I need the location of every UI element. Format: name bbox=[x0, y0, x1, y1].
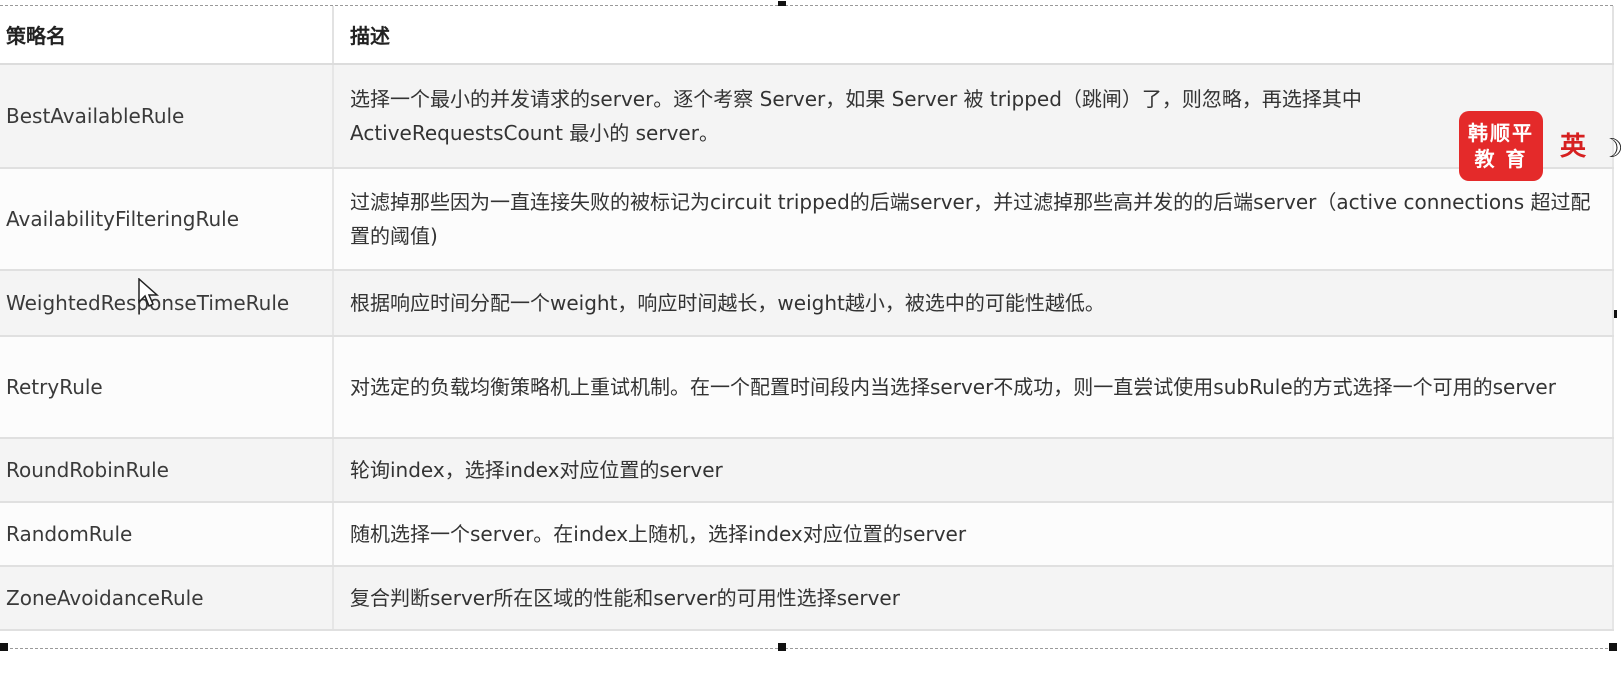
table-row: RoundRobinRule 轮询index，选择index对应位置的serve… bbox=[0, 438, 1614, 503]
table-row: AvailabilityFilteringRule 过滤掉那些因为一直连接失败的… bbox=[0, 168, 1614, 271]
arrow-cursor-icon bbox=[138, 278, 159, 308]
resize-handle-bottom-left[interactable] bbox=[0, 643, 8, 651]
rule-description-cell: 轮询index，选择index对应位置的server bbox=[333, 438, 1614, 503]
moon-icon: ☽ bbox=[1600, 134, 1621, 164]
header-description: 描述 bbox=[333, 6, 1614, 65]
rule-name-cell: RetryRule bbox=[0, 336, 334, 439]
rule-name-cell: BestAvailableRule bbox=[0, 64, 334, 169]
header-rule-name: 策略名 bbox=[0, 6, 334, 65]
rule-description-cell: 对选定的负载均衡策略机上重试机制。在一个配置时间段内当选择server不成功，则… bbox=[333, 336, 1614, 439]
resize-handle-bottom-center[interactable] bbox=[778, 643, 786, 651]
resize-handle-bottom-right[interactable] bbox=[1609, 643, 1617, 651]
watermark-line-2: 教 育 bbox=[1474, 147, 1528, 171]
table-header-row: 策略名 描述 bbox=[0, 6, 1614, 65]
rule-description-cell: 随机选择一个server。在index上随机，选择index对应位置的serve… bbox=[333, 502, 1614, 567]
rule-description-cell: 根据响应时间分配一个weight，响应时间越长，weight越小，被选中的可能性… bbox=[333, 270, 1614, 337]
rule-name-cell: RandomRule bbox=[0, 502, 334, 567]
rule-name-cell: RoundRobinRule bbox=[0, 438, 334, 503]
watermark-line-1: 韩顺平 bbox=[1468, 121, 1534, 145]
table-row: RetryRule 对选定的负载均衡策略机上重试机制。在一个配置时间段内当选择s… bbox=[0, 336, 1614, 439]
load-balancing-rules-table: 策略名 描述 BestAvailableRule 选择一个最小的并发请求的ser… bbox=[0, 6, 1614, 631]
table-row: ZoneAvoidanceRule 复合判断server所在区域的性能和serv… bbox=[0, 566, 1614, 631]
rule-name-cell: ZoneAvoidanceRule bbox=[0, 566, 334, 631]
rule-description-cell: 过滤掉那些因为一直连接失败的被标记为circuit tripped的后端serv… bbox=[333, 168, 1614, 271]
table-row: RandomRule 随机选择一个server。在index上随机，选择inde… bbox=[0, 502, 1614, 567]
input-method-indicator[interactable]: 英 bbox=[1560, 126, 1586, 163]
rule-description-cell: 复合判断server所在区域的性能和server的可用性选择server bbox=[333, 566, 1614, 631]
table-row: BestAvailableRule 选择一个最小的并发请求的server。逐个考… bbox=[0, 64, 1614, 169]
rule-name-cell: AvailabilityFilteringRule bbox=[0, 168, 334, 271]
rule-name-cell: WeightedResponseTimeRule bbox=[0, 270, 334, 337]
table-row: WeightedResponseTimeRule 根据响应时间分配一个weigh… bbox=[0, 270, 1614, 337]
rule-description-cell: 选择一个最小的并发请求的server。逐个考察 Server，如果 Server… bbox=[333, 64, 1614, 169]
watermark-logo: 韩顺平 教 育 bbox=[1459, 111, 1543, 181]
